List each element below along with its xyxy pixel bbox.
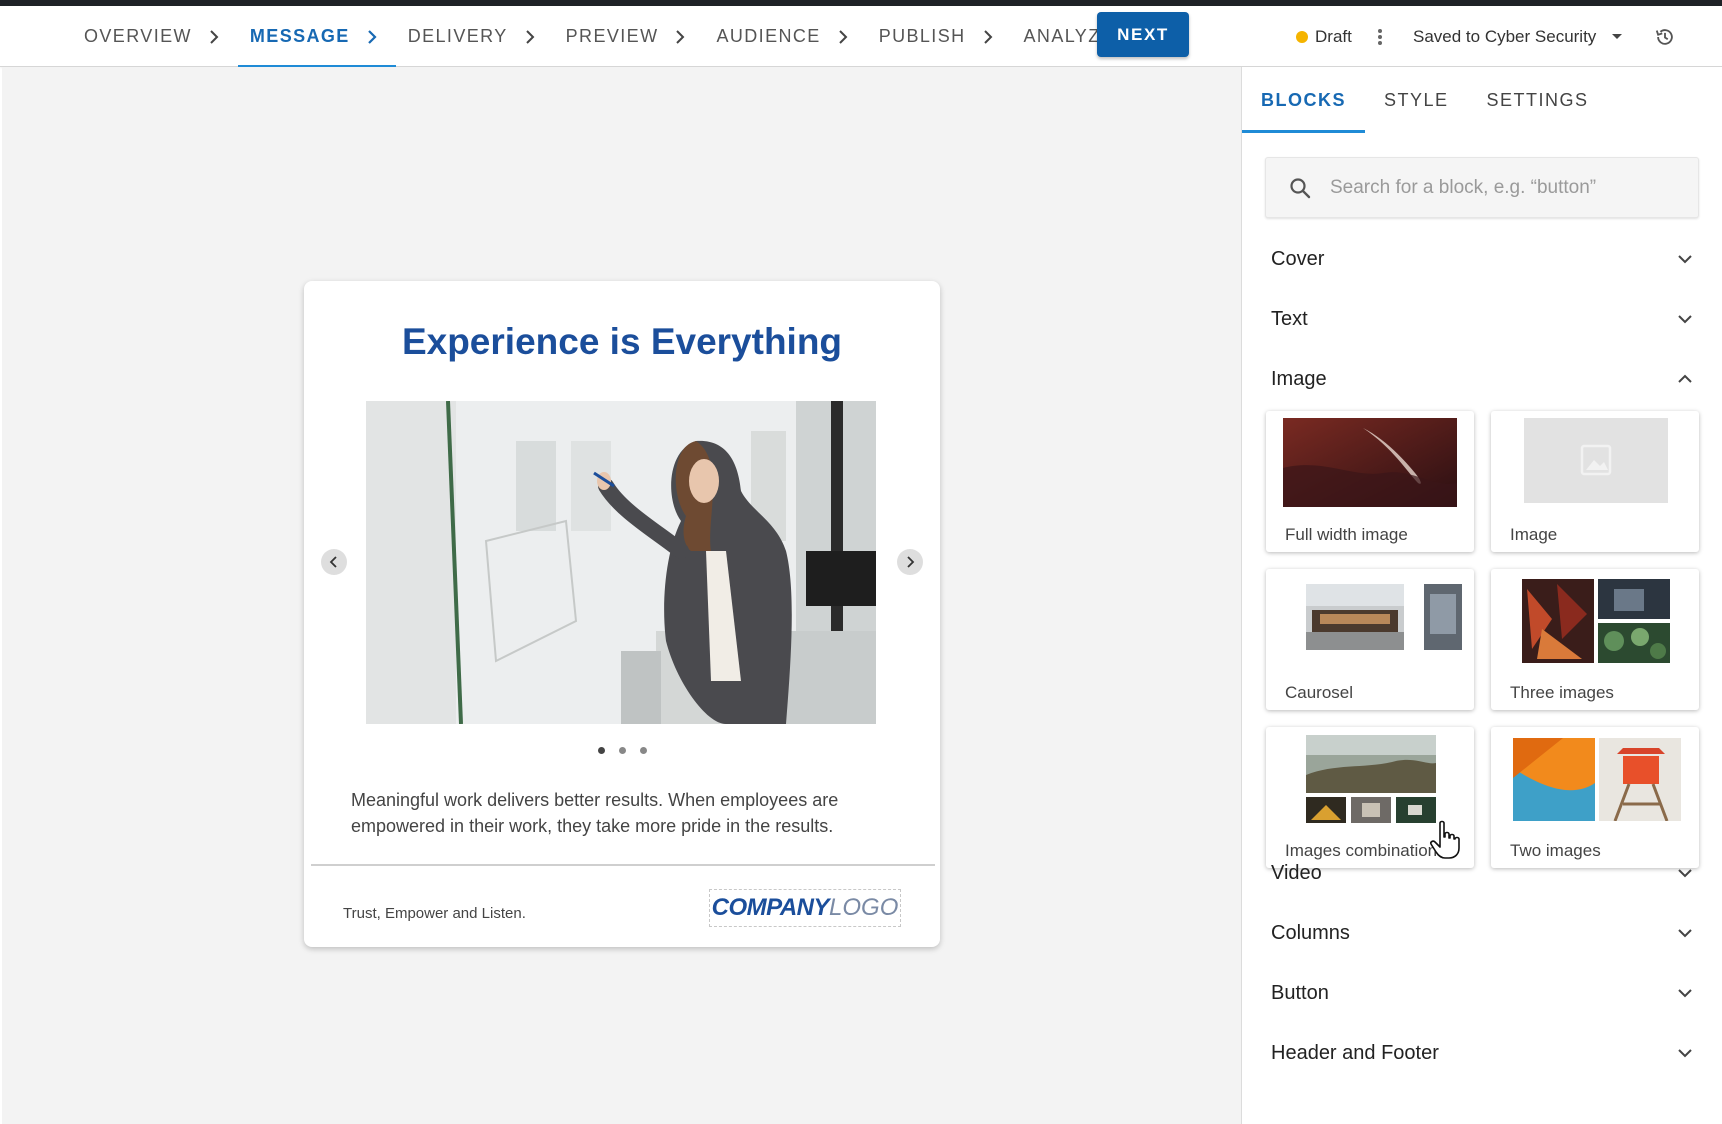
section-header-and-footer[interactable]: Header and Footer	[1271, 1033, 1694, 1073]
step-label: PUBLISH	[878, 26, 966, 46]
step-overview[interactable]: OVERVIEW	[72, 6, 238, 67]
block-search	[1265, 157, 1699, 218]
step-label: AUDIENCE	[716, 26, 821, 46]
tile-label: Caurosel	[1285, 683, 1354, 702]
carousel-dot[interactable]	[618, 747, 626, 754]
chevron-down-icon	[1678, 315, 1692, 324]
step-label: OVERVIEW	[84, 26, 192, 46]
saved-location-dropdown[interactable]: Saved to Cyber Security	[1413, 6, 1623, 67]
full-width-image-thumbnail	[1283, 418, 1457, 507]
card-divider	[311, 864, 935, 866]
section-text[interactable]: Text	[1271, 299, 1694, 339]
section-button[interactable]: Button	[1271, 973, 1694, 1013]
chevron-right-icon	[210, 29, 219, 44]
chevron-right-icon	[983, 29, 992, 44]
carousel-dot[interactable]	[639, 747, 647, 754]
carousel-dots	[304, 747, 940, 754]
tile-label: Three images	[1510, 683, 1614, 702]
chevron-down-icon	[1678, 929, 1692, 938]
section-label: Header and Footer	[1271, 1041, 1439, 1064]
saved-location-label: Saved to Cyber Security	[1413, 26, 1597, 46]
chevron-right-icon	[838, 29, 848, 44]
block-full-width-image[interactable]: Full width image	[1266, 411, 1474, 552]
carousel-next-button[interactable]	[897, 549, 923, 575]
chevron-up-icon	[1678, 374, 1692, 383]
hand-cursor-icon	[1430, 820, 1460, 859]
images-combination-thumbnail	[1306, 735, 1436, 823]
company-logo[interactable]: COMPANY LOGO	[709, 889, 901, 927]
image-placeholder-thumbnail	[1524, 418, 1668, 503]
step-label: MESSAGE	[249, 26, 350, 46]
history-icon[interactable]	[1654, 26, 1676, 48]
status-dot	[1296, 30, 1308, 43]
card-title[interactable]: Experience is Everything	[304, 321, 940, 363]
carousel-prev-button[interactable]	[321, 549, 347, 575]
chevron-down-icon	[1678, 255, 1692, 264]
step-delivery[interactable]: DELIVERY	[396, 6, 554, 67]
carousel-dot[interactable]	[597, 747, 605, 754]
block-image[interactable]: Image	[1491, 411, 1699, 552]
section-image[interactable]: Image	[1271, 359, 1694, 399]
chevron-down-icon	[1678, 989, 1692, 998]
chevron-right-icon	[525, 29, 535, 44]
logo-light-text: LOGO	[829, 894, 899, 921]
card-body-text[interactable]: Meaningful work delivers better results.…	[351, 787, 896, 839]
carousel-thumbnail	[1306, 584, 1462, 650]
chevron-down-icon	[1678, 1049, 1692, 1058]
section-video[interactable]: Video	[1271, 853, 1694, 893]
section-columns[interactable]: Columns	[1271, 913, 1694, 953]
step-audience[interactable]: AUDIENCE	[704, 6, 866, 67]
step-publish[interactable]: PUBLISH	[867, 6, 1012, 67]
tile-label: Image	[1510, 525, 1558, 544]
tab-settings[interactable]: SETTINGS	[1468, 67, 1608, 133]
block-two-images[interactable]: Two images	[1491, 727, 1699, 868]
chevron-down-icon	[1678, 869, 1692, 878]
section-cover[interactable]: Cover	[1271, 239, 1694, 279]
section-label: Cover	[1271, 247, 1325, 270]
next-button[interactable]: NEXT	[1097, 12, 1189, 57]
card-footer-text[interactable]: Trust, Empower and Listen.	[343, 905, 526, 922]
carousel-image[interactable]	[366, 401, 876, 724]
workflow-steps: OVERVIEW MESSAGE DELIVERY PREVIEW AUDIEN…	[72, 6, 1128, 68]
step-message[interactable]: MESSAGE	[237, 6, 396, 68]
section-label: Image	[1271, 367, 1327, 390]
caret-down-icon	[1612, 34, 1623, 39]
message-canvas: Experience is Everything Meaningful work…	[2, 67, 1241, 1124]
search-icon	[1290, 177, 1311, 198]
tab-blocks[interactable]: BLOCKS	[1242, 67, 1365, 133]
panel-tabs: BLOCKS STYLE SETTINGS	[1242, 67, 1722, 133]
logo-bold-text: COMPANY	[711, 894, 830, 921]
tab-style[interactable]: STYLE	[1365, 67, 1468, 133]
section-label: Columns	[1271, 921, 1350, 944]
more-options-icon[interactable]	[1376, 26, 1384, 48]
block-search-input[interactable]	[1330, 176, 1670, 199]
chevron-right-icon	[676, 29, 685, 44]
step-preview[interactable]: PREVIEW	[554, 6, 705, 67]
step-label: PREVIEW	[565, 26, 659, 46]
section-label: Text	[1271, 307, 1308, 330]
three-images-thumbnail	[1522, 579, 1670, 663]
section-label: Video	[1271, 861, 1322, 884]
blocks-panel: BLOCKS STYLE SETTINGS Cover Text Image F…	[1241, 67, 1722, 1124]
block-three-images[interactable]: Three images	[1491, 569, 1699, 710]
office-photo-illustration	[366, 401, 876, 724]
section-label: Button	[1271, 981, 1329, 1004]
status-label: Draft	[1315, 26, 1352, 46]
step-label: DELIVERY	[407, 26, 508, 46]
chevron-right-icon	[367, 29, 377, 44]
draft-status: Draft	[1296, 6, 1352, 67]
two-images-thumbnail	[1513, 738, 1681, 821]
image-block-grid: Full width image Image Caurosel Three im…	[1266, 411, 1699, 868]
chevron-right-icon	[907, 556, 915, 568]
block-carousel[interactable]: Caurosel	[1266, 569, 1474, 710]
chevron-left-icon	[329, 556, 337, 568]
top-navigation-bar: OVERVIEW MESSAGE DELIVERY PREVIEW AUDIEN…	[0, 6, 1722, 68]
tile-label: Full width image	[1285, 525, 1408, 544]
message-preview-card[interactable]: Experience is Everything Meaningful work…	[304, 281, 940, 947]
